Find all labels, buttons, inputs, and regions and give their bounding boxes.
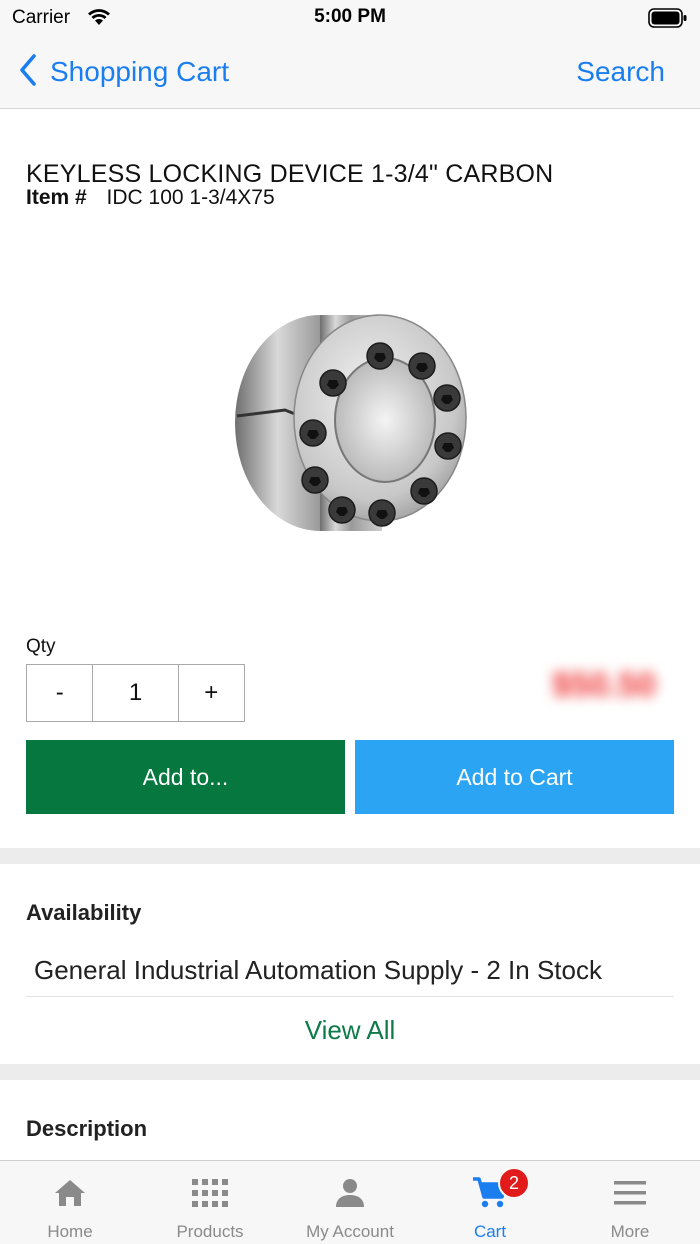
view-all-button[interactable]: View All xyxy=(0,1015,700,1046)
menu-icon xyxy=(610,1175,650,1211)
status-bar: Carrier 5:00 PM xyxy=(0,0,700,36)
add-to-list-button[interactable]: Add to... xyxy=(26,740,345,814)
tab-my-account[interactable]: My Account xyxy=(280,1161,420,1244)
tab-label: Home xyxy=(47,1222,93,1241)
price-label: $50.50 xyxy=(552,666,656,704)
product-title: KEYLESS LOCKING DEVICE 1-3/4" CARBON xyxy=(26,160,554,188)
tab-bar: Home Products My Account 2 Cart More xyxy=(0,1160,700,1244)
item-number-row: Item # IDC 100 1-3/4X75 xyxy=(26,186,275,210)
decrement-button[interactable]: - xyxy=(27,665,92,721)
section-divider xyxy=(0,848,700,864)
quantity-label: Qty xyxy=(26,636,56,657)
tab-home[interactable]: Home xyxy=(0,1161,140,1244)
tab-label: My Account xyxy=(306,1222,394,1241)
tab-cart[interactable]: 2 Cart xyxy=(420,1161,560,1244)
add-to-cart-button[interactable]: Add to Cart xyxy=(355,740,674,814)
product-image[interactable] xyxy=(225,298,475,548)
description-heading: Description xyxy=(26,1116,148,1141)
quantity-field[interactable]: 1 xyxy=(92,665,179,721)
chevron-left-icon xyxy=(18,53,38,92)
grid-icon xyxy=(190,1175,230,1211)
navigation-bar: Shopping Cart Search xyxy=(0,36,700,109)
item-number-label: Item # xyxy=(26,186,87,209)
cart-count-badge: 2 xyxy=(498,1167,530,1199)
increment-button[interactable]: + xyxy=(179,665,244,721)
search-button[interactable]: Search xyxy=(576,54,665,90)
status-time: 5:00 PM xyxy=(314,6,386,27)
home-icon xyxy=(50,1175,90,1211)
back-button[interactable]: Shopping Cart xyxy=(18,53,230,92)
section-divider xyxy=(0,1064,700,1080)
availability-heading: Availability xyxy=(26,900,142,925)
tab-label: Products xyxy=(176,1222,244,1241)
quantity-stepper: - 1 + xyxy=(26,664,245,722)
tab-products[interactable]: Products xyxy=(140,1161,280,1244)
tab-label: More xyxy=(610,1222,650,1241)
person-icon xyxy=(330,1175,370,1211)
battery-icon xyxy=(648,8,688,33)
item-number-value: IDC 100 1-3/4X75 xyxy=(106,186,275,209)
availability-row: General Industrial Automation Supply - 2… xyxy=(34,955,602,985)
tab-more[interactable]: More xyxy=(560,1161,700,1244)
tab-label: Cart xyxy=(473,1222,507,1241)
divider xyxy=(26,996,674,997)
back-button-label: Shopping Cart xyxy=(50,56,230,87)
